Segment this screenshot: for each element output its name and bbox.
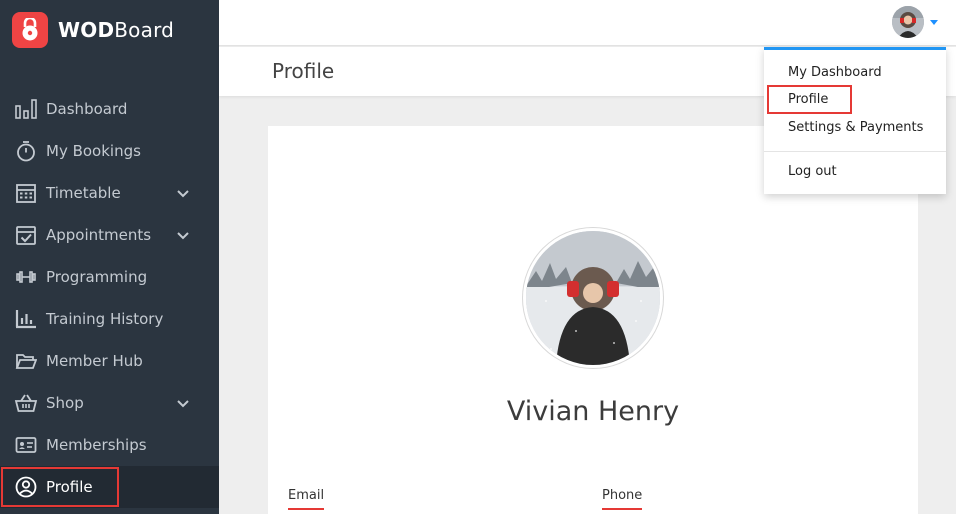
calendar-check-icon [14, 223, 38, 247]
sidebar-item-appointments[interactable]: Appointments [0, 214, 219, 256]
sidebar-item-label: Dashboard [46, 100, 128, 118]
sidebar-item-shop[interactable]: Shop [0, 382, 219, 424]
sidebar: WODBoard Dashboard My Bookings Timetable [0, 0, 219, 514]
brand[interactable]: WODBoard [12, 12, 174, 48]
top-bar [219, 0, 956, 46]
sidebar-item-member-hub[interactable]: Member Hub [0, 340, 219, 382]
menu-item-log-out[interactable]: Log out [788, 164, 837, 179]
sidebar-item-label: Training History [46, 310, 164, 328]
email-label: Email [288, 488, 325, 510]
kettlebell-logo-icon [12, 12, 48, 48]
sidebar-item-timetable[interactable]: Timetable [0, 172, 219, 214]
folder-open-icon [14, 349, 38, 373]
sidebar-item-label: Appointments [46, 226, 152, 244]
sidebar-item-label: Timetable [46, 184, 121, 202]
basket-icon [14, 391, 38, 415]
user-circle-icon [14, 475, 38, 499]
bar-chart-icon [14, 97, 38, 121]
menu-item-profile[interactable]: Profile [788, 92, 828, 107]
caret-down-icon [930, 19, 938, 25]
menu-item-my-dashboard[interactable]: My Dashboard [788, 65, 882, 80]
sidebar-item-label: Profile [46, 478, 93, 496]
id-card-icon [14, 433, 38, 457]
chevron-down-icon[interactable] [176, 185, 190, 203]
profile-name: Vivian Henry [506, 396, 680, 427]
bar-graph-icon [14, 307, 38, 331]
user-dropdown-menu: My Dashboard Profile Settings & Payments… [764, 47, 946, 194]
sidebar-item-label: My Bookings [46, 142, 141, 160]
calendar-icon [14, 181, 38, 205]
page-title: Profile [272, 59, 335, 83]
chevron-down-icon[interactable] [176, 395, 190, 413]
sidebar-item-my-bookings[interactable]: My Bookings [0, 130, 219, 172]
chevron-down-icon[interactable] [176, 227, 190, 245]
sidebar-item-training-history[interactable]: Training History [0, 298, 219, 340]
avatar [892, 6, 924, 38]
menu-item-settings-payments[interactable]: Settings & Payments [788, 120, 923, 135]
dumbbell-icon [14, 265, 38, 289]
sidebar-item-label: Shop [46, 394, 84, 412]
sidebar-item-label: Programming [46, 268, 148, 286]
user-menu-toggle[interactable] [892, 6, 938, 38]
sidebar-item-programming[interactable]: Programming [0, 256, 219, 298]
menu-divider [764, 151, 946, 152]
sidebar-item-label: Member Hub [46, 352, 143, 370]
profile-photo[interactable] [523, 228, 663, 368]
sidebar-item-label: Memberships [46, 436, 147, 454]
sidebar-nav: Dashboard My Bookings Timetable Appointm… [0, 88, 219, 508]
sidebar-item-memberships[interactable]: Memberships [0, 424, 219, 466]
stopwatch-icon [14, 139, 38, 163]
sidebar-item-profile[interactable]: Profile [0, 466, 219, 508]
sidebar-item-dashboard[interactable]: Dashboard [0, 88, 219, 130]
phone-label: Phone [602, 488, 643, 510]
brand-name: WODBoard [58, 18, 175, 42]
